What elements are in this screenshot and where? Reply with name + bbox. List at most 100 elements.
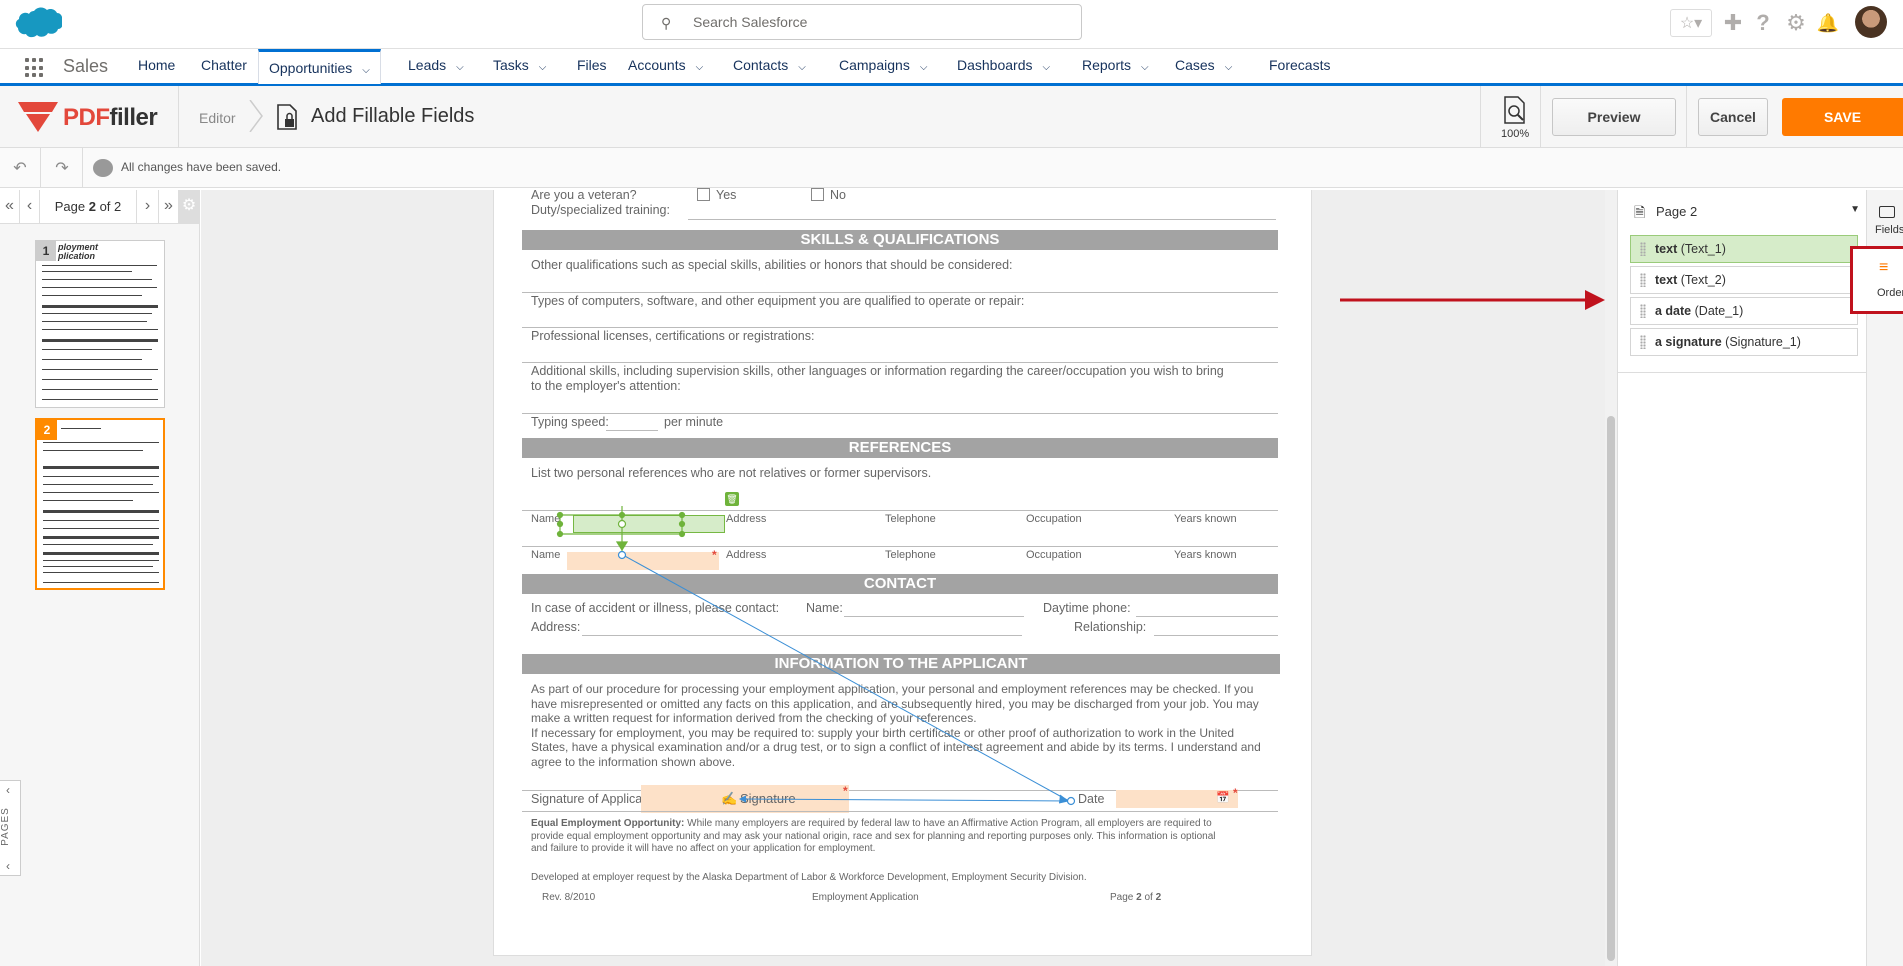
chevron-down-icon[interactable]: ⌵ xyxy=(798,51,806,84)
thumbnail-title: ployment plication xyxy=(58,242,99,261)
nav-item-accounts[interactable]: Accounts ⌵ xyxy=(618,49,713,84)
search-icon: ⚲ xyxy=(661,15,672,31)
thumbnail-page-1[interactable]: 1 ployment plication xyxy=(35,240,165,408)
nav-item-label: Dashboards xyxy=(957,57,1033,73)
page-title: Add Fillable Fields xyxy=(311,105,475,127)
nav-item-label: Home xyxy=(138,57,176,73)
save-button[interactable]: SAVE xyxy=(1782,98,1903,136)
nav-item-reports[interactable]: Reports ⌵ xyxy=(1072,49,1159,84)
field-list-item[interactable]: a signature (Signature_1) xyxy=(1630,328,1858,356)
chevron-down-icon[interactable]: ⌵ xyxy=(1225,51,1233,84)
nav-item-home[interactable]: Home xyxy=(128,49,185,84)
field-name: (Date_1) xyxy=(1694,304,1744,318)
first-page-icon[interactable]: « xyxy=(0,190,20,224)
chevron-down-icon[interactable]: ⌵ xyxy=(920,51,928,84)
nav-item-label: Leads xyxy=(408,57,447,73)
nav-item-label: Opportunities xyxy=(269,60,353,76)
nav-item-files[interactable]: Files xyxy=(567,49,617,84)
nav-item-chatter[interactable]: Chatter xyxy=(191,49,257,84)
thumbnail-pane: 1 ployment plication 2 ‹ PAGES ‹ xyxy=(0,224,200,966)
undo-icon[interactable]: ↶ xyxy=(10,158,30,178)
document-canvas: Are you a veteran? Yes No Duty/specializ… xyxy=(201,188,1614,966)
salesforce-logo[interactable] xyxy=(14,6,62,40)
search-placeholder: Search Salesforce xyxy=(693,14,808,30)
chevron-down-icon[interactable]: ⌵ xyxy=(1141,51,1149,84)
nav-item-tasks[interactable]: Tasks ⌵ xyxy=(483,49,556,84)
app-nav: Sales Home Chatter Opportunities ⌵ Leads ⌵ Tas… xyxy=(0,48,1903,86)
bell-icon[interactable]: 🔔 xyxy=(1814,9,1842,37)
comment-icon[interactable] xyxy=(93,159,113,177)
drag-handle-icon[interactable] xyxy=(1640,273,1646,287)
side-tabs: Fields ≡ Order xyxy=(1850,190,1903,966)
chevron-down-icon[interactable]: ⌵ xyxy=(362,54,370,87)
fields-order-panel: 🗎 Page 2 ▼ text (Text_1) text (Text_2) a d… xyxy=(1617,190,1868,966)
add-icon[interactable]: ✚ xyxy=(1719,9,1747,37)
chevron-down-icon[interactable]: ⌵ xyxy=(539,51,547,84)
field-list-item[interactable]: text (Text_1) xyxy=(1630,235,1858,263)
help-icon[interactable]: ? xyxy=(1749,9,1777,37)
pager-settings-icon[interactable]: ⚙ xyxy=(179,190,200,224)
nav-item-leads[interactable]: Leads ⌵ xyxy=(398,49,474,84)
nav-item-opportunities[interactable]: Opportunities ⌵ xyxy=(258,49,381,84)
pdffiller-logo-icon xyxy=(18,102,58,132)
nav-item-campaigns[interactable]: Campaigns ⌵ xyxy=(829,49,937,84)
expand-icon: ‹ xyxy=(6,859,10,873)
nav-item-contacts[interactable]: Contacts ⌵ xyxy=(723,49,816,84)
drag-handle-icon[interactable] xyxy=(1640,304,1646,318)
editor-toolbar: ↶ ↷ All changes have been saved. xyxy=(0,148,1903,188)
field-name: (Text_2) xyxy=(1680,273,1726,287)
cancel-button[interactable]: Cancel xyxy=(1698,98,1768,136)
page-select[interactable]: 🗎 Page 2 ▼ xyxy=(1630,198,1860,226)
thumbnail-number: 1 xyxy=(36,241,56,261)
next-page-icon[interactable]: › xyxy=(137,190,159,224)
redo-icon[interactable]: ↷ xyxy=(52,158,72,178)
zoom-icon[interactable] xyxy=(1502,96,1528,124)
thumbnail-page-2[interactable]: 2 xyxy=(35,418,165,590)
chevron-down-icon[interactable]: ⌵ xyxy=(696,51,704,84)
chevron-down-icon[interactable]: ⌵ xyxy=(456,51,464,84)
field-list-item[interactable]: text (Text_2) xyxy=(1630,266,1858,294)
preview-button[interactable]: Preview xyxy=(1552,98,1676,136)
thumbnail-number: 2 xyxy=(37,420,57,440)
nav-item-label: Chatter xyxy=(201,57,247,73)
nav-item-cases[interactable]: Cases ⌵ xyxy=(1165,49,1242,84)
save-status: All changes have been saved. xyxy=(121,160,282,174)
avatar[interactable] xyxy=(1855,6,1887,38)
nav-item-label: Cases xyxy=(1175,57,1215,73)
fields-icon xyxy=(1879,206,1895,218)
nav-item-label: Campaigns xyxy=(839,57,910,73)
app-name: Sales xyxy=(63,56,109,76)
search-input[interactable]: ⚲ Search Salesforce xyxy=(642,4,1082,40)
drag-handle-icon[interactable] xyxy=(1640,242,1646,256)
dropdown-arrow-icon: ▼ xyxy=(1850,204,1860,215)
nav-item-dashboards[interactable]: Dashboards ⌵ xyxy=(947,49,1060,84)
breadcrumb-chevron-icon xyxy=(249,100,263,132)
nav-item-label: Reports xyxy=(1082,57,1132,73)
nav-item-label: Files xyxy=(577,57,607,73)
gear-icon[interactable]: ⚙ xyxy=(1782,9,1810,37)
pages-tab[interactable]: ‹ PAGES ‹ xyxy=(0,780,21,876)
field-list-item[interactable]: a date (Date_1) xyxy=(1630,297,1858,325)
app-launcher-icon[interactable] xyxy=(25,58,45,78)
prev-page-icon[interactable]: ‹ xyxy=(20,190,40,224)
nav-item-label: Forecasts xyxy=(1269,57,1331,73)
field-name: (Text_1) xyxy=(1680,242,1726,256)
collapse-icon: ‹ xyxy=(6,783,10,797)
tab-order[interactable]: ≡ Order xyxy=(1850,246,1903,314)
canvas-scrollbar[interactable] xyxy=(1605,190,1617,966)
pdffiller-wordmark: PDFfiller xyxy=(63,104,158,131)
breadcrumb-editor[interactable]: Editor xyxy=(199,110,236,126)
scrollbar-thumb[interactable] xyxy=(1607,416,1615,961)
field-type: a date xyxy=(1655,304,1692,318)
last-page-icon[interactable]: » xyxy=(159,190,179,224)
chevron-down-icon[interactable]: ⌵ xyxy=(1043,51,1051,84)
order-icon: ≡ xyxy=(1879,259,1889,276)
field-type: text xyxy=(1655,273,1678,287)
drag-handle-icon[interactable] xyxy=(1640,335,1646,349)
favorites-star-icon[interactable]: ☆▾ xyxy=(1670,9,1712,37)
field-name: (Signature_1) xyxy=(1725,335,1801,349)
nav-item-label: Accounts xyxy=(628,57,686,73)
field-type: text xyxy=(1655,242,1678,256)
annotation-arrow xyxy=(1340,290,1605,310)
nav-item-forecasts[interactable]: Forecasts xyxy=(1259,49,1340,84)
